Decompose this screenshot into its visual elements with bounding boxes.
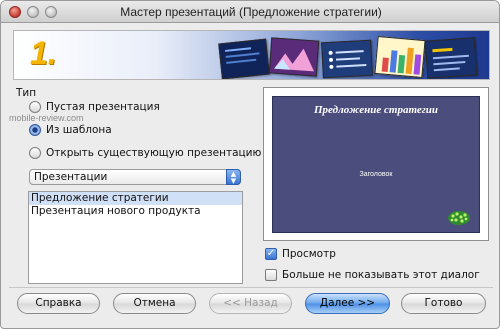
preview-checkbox[interactable]: ✓	[265, 248, 277, 260]
done-button[interactable]: Готово	[401, 293, 486, 314]
preview-checkbox-row[interactable]: ✓ Просмотр	[265, 247, 336, 261]
watermark: mobile-review.com	[9, 113, 84, 123]
dont-show-checkbox-label[interactable]: Больше не показывать этот диалог	[282, 269, 480, 281]
radio-open-existing-label[interactable]: Открыть существующую презентацию	[46, 147, 261, 159]
preview-checkbox-label[interactable]: Просмотр	[282, 248, 336, 260]
wizard-banner: 1.	[13, 30, 490, 80]
banner-thumbnail-4	[374, 35, 426, 79]
dont-show-checkbox[interactable]	[265, 269, 277, 281]
dont-show-checkbox-row[interactable]: Больше не показывать этот диалог	[265, 268, 480, 282]
radio-blank-presentation-label[interactable]: Пустая презентация	[46, 101, 160, 113]
category-select-value: Презентации	[34, 171, 108, 183]
template-list[interactable]: Предложение стратегии Презентация нового…	[28, 191, 243, 284]
radio-from-template-indicator[interactable]	[29, 124, 41, 136]
select-arrows-icon[interactable]: ▲ ▼	[226, 169, 241, 185]
help-button[interactable]: Справка	[17, 293, 100, 314]
radio-open-existing-indicator[interactable]	[29, 147, 41, 159]
banner-thumbnail-5	[424, 37, 478, 79]
window-title: Мастер презентаций (Предложение стратеги…	[120, 5, 382, 19]
radio-blank-presentation-indicator[interactable]	[29, 101, 41, 113]
cancel-button[interactable]: Отмена	[113, 293, 196, 314]
next-button[interactable]: Далее >>	[305, 293, 390, 314]
radio-from-template[interactable]: Из шаблона	[29, 122, 112, 138]
radio-from-template-label[interactable]: Из шаблона	[46, 124, 112, 136]
preview-slide-heading: Заголовок	[359, 171, 393, 178]
title-bar: Мастер презентаций (Предложение стратеги…	[1, 1, 499, 23]
type-group-label: Тип	[16, 87, 37, 99]
banner-thumbnail-3	[321, 39, 373, 79]
preview-slide-title: Предложение стратегии	[313, 104, 439, 116]
template-list-item[interactable]: Презентация нового продукта	[29, 205, 242, 218]
step-number: 1.	[30, 35, 57, 71]
template-list-item[interactable]: Предложение стратегии	[29, 192, 242, 205]
category-select[interactable]: Презентации ▲ ▼	[29, 169, 241, 185]
decorative-leaf-icon	[448, 211, 470, 225]
banner-thumbnail-1	[218, 38, 270, 79]
presentation-wizard-window: Мастер презентаций (Предложение стратеги…	[0, 0, 500, 329]
template-preview: Предложение стратегии Заголовок	[263, 87, 489, 241]
separator	[9, 287, 493, 288]
back-button[interactable]: << Назад	[209, 293, 292, 314]
banner-thumbnail-2	[268, 37, 320, 77]
preview-slide: Предложение стратегии Заголовок	[272, 96, 480, 233]
radio-open-existing[interactable]: Открыть существующую презентацию	[29, 145, 261, 161]
